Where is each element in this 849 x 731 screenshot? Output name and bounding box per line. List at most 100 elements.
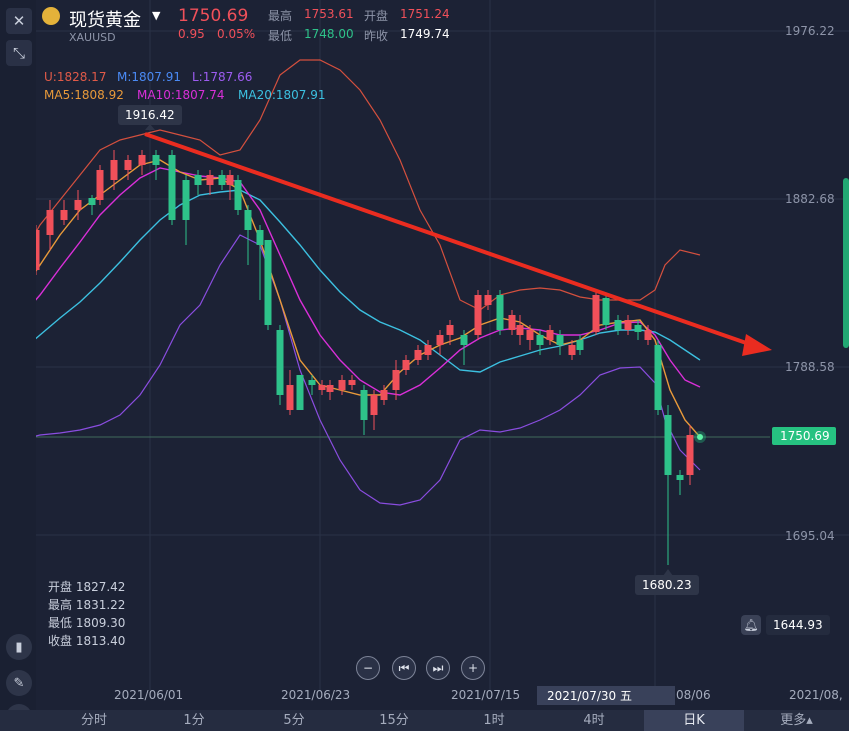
price-change-pct: 0.05%	[217, 27, 256, 41]
candle-body	[526, 330, 534, 340]
prev-close-label: 昨收	[364, 29, 389, 43]
zoom-in-icon[interactable]: +	[461, 656, 485, 680]
candle-body	[206, 175, 214, 185]
last-price: 1750.69	[178, 6, 249, 26]
boll-upper-legend: U:1828.17	[44, 70, 107, 84]
candle-body	[436, 335, 444, 345]
candle-body	[276, 330, 284, 395]
date-label: 2021/08,	[789, 688, 843, 702]
tab-15min[interactable]: 15分	[344, 710, 444, 731]
candle-body	[624, 320, 632, 330]
candle-body	[634, 325, 642, 332]
candle-body	[496, 295, 504, 330]
candle-body	[286, 385, 294, 410]
alert-price[interactable]: 1644.93	[766, 615, 830, 635]
ohlc-readout: 开盘 1827.42 最高 1831.22 最低 1809.30 收盘 1813…	[48, 578, 125, 650]
candle-body	[194, 175, 202, 185]
candle-body	[360, 390, 368, 420]
candle-body	[60, 210, 68, 220]
prev-close-value: 1749.74	[400, 27, 450, 41]
instrument-symbol: XAUUSD	[69, 31, 116, 44]
close-icon[interactable]: ✕	[6, 8, 32, 34]
candle-body	[536, 335, 544, 345]
candle-body	[348, 380, 356, 385]
low-label: 最低	[268, 29, 293, 43]
ohlc-low: 最低 1809.30	[48, 616, 126, 630]
candle-body	[446, 325, 454, 335]
price-axis-label: 1695.04	[785, 529, 835, 543]
crosshair-date: 2021/07/30 五	[537, 686, 675, 705]
candle-body	[46, 210, 54, 235]
high-marker: 1916.42	[118, 105, 182, 125]
candle-body	[138, 155, 146, 165]
candle-body	[516, 325, 524, 335]
bell-icon[interactable]: 🔔︎	[741, 615, 761, 635]
zoom-out-icon[interactable]: −	[356, 656, 380, 680]
collapse-icon[interactable]: ⤡	[6, 40, 32, 66]
candle-body	[602, 298, 610, 325]
candle-body	[676, 475, 684, 480]
left-sidebar: ✕ ⤡ ▮ ✎ ∿	[0, 0, 36, 731]
candle-body	[546, 330, 554, 340]
prev-icon[interactable]: ⏮︎	[392, 656, 416, 680]
candle-style-icon[interactable]: ▮	[6, 634, 32, 660]
candle-body	[370, 395, 378, 415]
boll-lower-legend: L:1787.66	[192, 70, 253, 84]
candle-body	[556, 335, 564, 345]
open-value: 1751.24	[400, 7, 450, 21]
candle-body	[392, 370, 400, 390]
candle-body	[474, 295, 482, 335]
ohlc-close: 收盘 1813.40	[48, 634, 126, 648]
candle-body	[226, 175, 234, 185]
open-label: 开盘	[364, 9, 389, 23]
candle-body	[234, 180, 242, 210]
price-change: 0.95	[178, 27, 205, 41]
candle-body	[576, 340, 584, 350]
gold-icon	[42, 7, 60, 25]
candle-body	[74, 200, 82, 210]
candle-body	[218, 175, 226, 185]
candle-body	[460, 335, 468, 345]
current-price-tag: 1750.69	[772, 427, 836, 445]
price-axis-label: 1882.68	[785, 192, 835, 206]
ma20-legend: MA20:1807.91	[238, 88, 326, 102]
date-label: 2021/07/15	[451, 688, 521, 702]
candle-body	[308, 380, 316, 385]
pen-icon[interactable]: ✎	[6, 670, 32, 696]
candle-body	[484, 295, 492, 305]
candle-body	[152, 155, 160, 165]
tab-1hour[interactable]: 1时	[444, 710, 544, 731]
instrument-name[interactable]: 现货黄金	[69, 6, 141, 32]
candle-body	[110, 160, 118, 180]
candle-body	[264, 240, 272, 325]
candle-body	[508, 315, 516, 330]
next-icon[interactable]: ⏭︎	[426, 656, 450, 680]
timeframe-bar: 分时 1分 5分 15分 1时 4时 日K 更多▴	[0, 710, 849, 731]
boll-mid-legend: M:1807.91	[117, 70, 182, 84]
tab-5min[interactable]: 5分	[244, 710, 344, 731]
tab-fenshi[interactable]: 分时	[44, 710, 144, 731]
ma5-legend: MA5:1808.92	[44, 88, 124, 102]
tab-1min[interactable]: 1分	[144, 710, 244, 731]
date-label: 2021/06/23	[281, 688, 351, 702]
tab-more[interactable]: 更多▴	[744, 710, 849, 731]
candle-body	[256, 230, 264, 245]
tab-4hour[interactable]: 4时	[544, 710, 644, 731]
candle-body	[96, 170, 104, 200]
candle-body	[568, 345, 576, 355]
candle-body	[414, 350, 422, 360]
candle-body	[244, 210, 252, 230]
candle-body	[614, 320, 622, 330]
candle-body	[326, 385, 334, 392]
candle-body	[380, 390, 388, 400]
low-marker: 1680.23	[635, 575, 699, 595]
candle-body	[88, 198, 96, 205]
high-label: 最高	[268, 9, 293, 23]
candle-body	[654, 345, 662, 410]
chevron-down-icon[interactable]: ▼	[152, 9, 160, 22]
candle-body	[402, 360, 410, 370]
price-axis-label: 1976.22	[785, 24, 835, 38]
tab-daily[interactable]: 日K	[644, 710, 744, 731]
candle-body	[318, 385, 326, 390]
candle-body	[168, 155, 176, 220]
